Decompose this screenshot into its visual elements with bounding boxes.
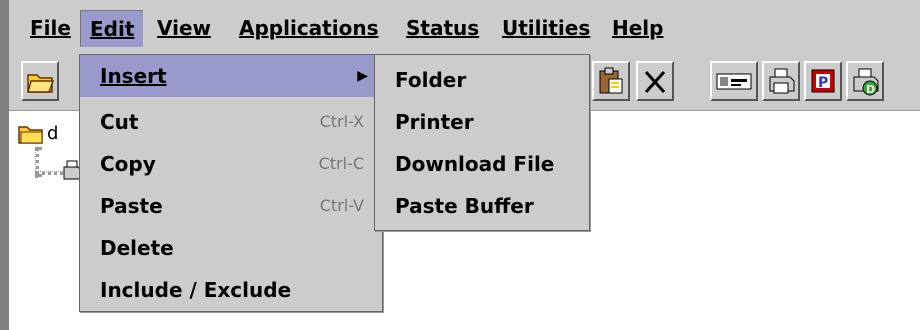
edit-menu: Insert ▶ Cut Ctrl-X Copy Ctrl-C Paste Ct… — [79, 54, 383, 312]
menu-utilities-label: Utilities — [502, 16, 591, 40]
printer-icon — [769, 68, 795, 94]
menu-help[interactable]: Help — [603, 10, 672, 46]
menu-item-label: Cut — [100, 110, 139, 134]
menu-item-delete[interactable]: Delete — [80, 227, 382, 269]
menu-file-label: File — [30, 16, 71, 40]
printer-button[interactable] — [762, 61, 800, 101]
folder-icon — [18, 126, 43, 144]
menu-view-label: View — [157, 16, 212, 40]
menu-item-label: Folder — [395, 68, 467, 92]
device-button[interactable] — [710, 61, 758, 101]
clipboard-icon — [599, 67, 623, 94]
menu-bar: File Edit View Applications Status Utili… — [9, 0, 920, 55]
svg-text:D: D — [866, 83, 875, 96]
menu-item-label: Printer — [395, 110, 474, 134]
submenu-arrow-icon: ▶ — [357, 68, 368, 84]
menu-applications-label: Applications — [239, 16, 379, 40]
menu-item-paste-buffer[interactable]: Paste Buffer — [375, 185, 589, 227]
menu-item-label: Copy — [100, 152, 156, 176]
insert-submenu: Folder Printer Download File Paste Buffe… — [374, 54, 590, 231]
tree-root-label[interactable]: d — [47, 123, 58, 144]
shortcut-label: Ctrl-C — [318, 154, 364, 173]
menu-item-label: Download File — [395, 152, 555, 176]
menu-item-paste[interactable]: Paste Ctrl-V — [80, 185, 382, 227]
menu-item-label: Insert — [100, 64, 167, 88]
menu-help-label: Help — [612, 16, 664, 40]
shortcut-label: Ctrl-V — [319, 196, 364, 215]
window-left-border — [0, 0, 9, 330]
paste-button[interactable] — [592, 61, 630, 101]
device-icon — [716, 73, 752, 90]
menu-utilities[interactable]: Utilities — [493, 10, 599, 46]
application-button[interactable]: P — [804, 61, 842, 101]
delete-x-icon — [644, 70, 666, 94]
application-icon: P — [811, 69, 835, 93]
menu-item-printer[interactable]: Printer — [375, 101, 589, 143]
svg-text:P: P — [818, 75, 828, 91]
menu-item-label: Delete — [100, 236, 174, 260]
menu-item-copy[interactable]: Copy Ctrl-C — [80, 143, 382, 185]
download-button[interactable]: D — [846, 61, 884, 101]
menu-view[interactable]: View — [148, 10, 220, 46]
menu-edit-label: Edit — [90, 17, 135, 41]
shortcut-label: Ctrl-X — [319, 112, 364, 131]
menu-item-label: Paste Buffer — [395, 194, 534, 218]
menu-edit[interactable]: Edit — [80, 10, 144, 47]
menu-item-include-exclude[interactable]: Include / Exclude — [80, 269, 382, 311]
application-window: File Edit View Applications Status Utili… — [0, 0, 920, 330]
menu-file[interactable]: File — [21, 10, 80, 46]
delete-button[interactable] — [636, 61, 674, 101]
menu-item-label: Paste — [100, 194, 163, 218]
menu-item-download-file[interactable]: Download File — [375, 143, 589, 185]
open-folder-button[interactable] — [21, 61, 59, 101]
download-icon: D — [853, 68, 879, 96]
menu-applications[interactable]: Applications — [230, 10, 387, 46]
menu-status[interactable]: Status — [397, 10, 488, 46]
menu-item-cut[interactable]: Cut Ctrl-X — [80, 101, 382, 143]
menu-item-folder[interactable]: Folder — [375, 59, 589, 101]
menu-item-insert[interactable]: Insert ▶ — [80, 55, 382, 97]
menu-status-label: Status — [406, 16, 480, 40]
menu-item-label: Include / Exclude — [100, 278, 292, 302]
open-folder-icon — [27, 74, 55, 93]
